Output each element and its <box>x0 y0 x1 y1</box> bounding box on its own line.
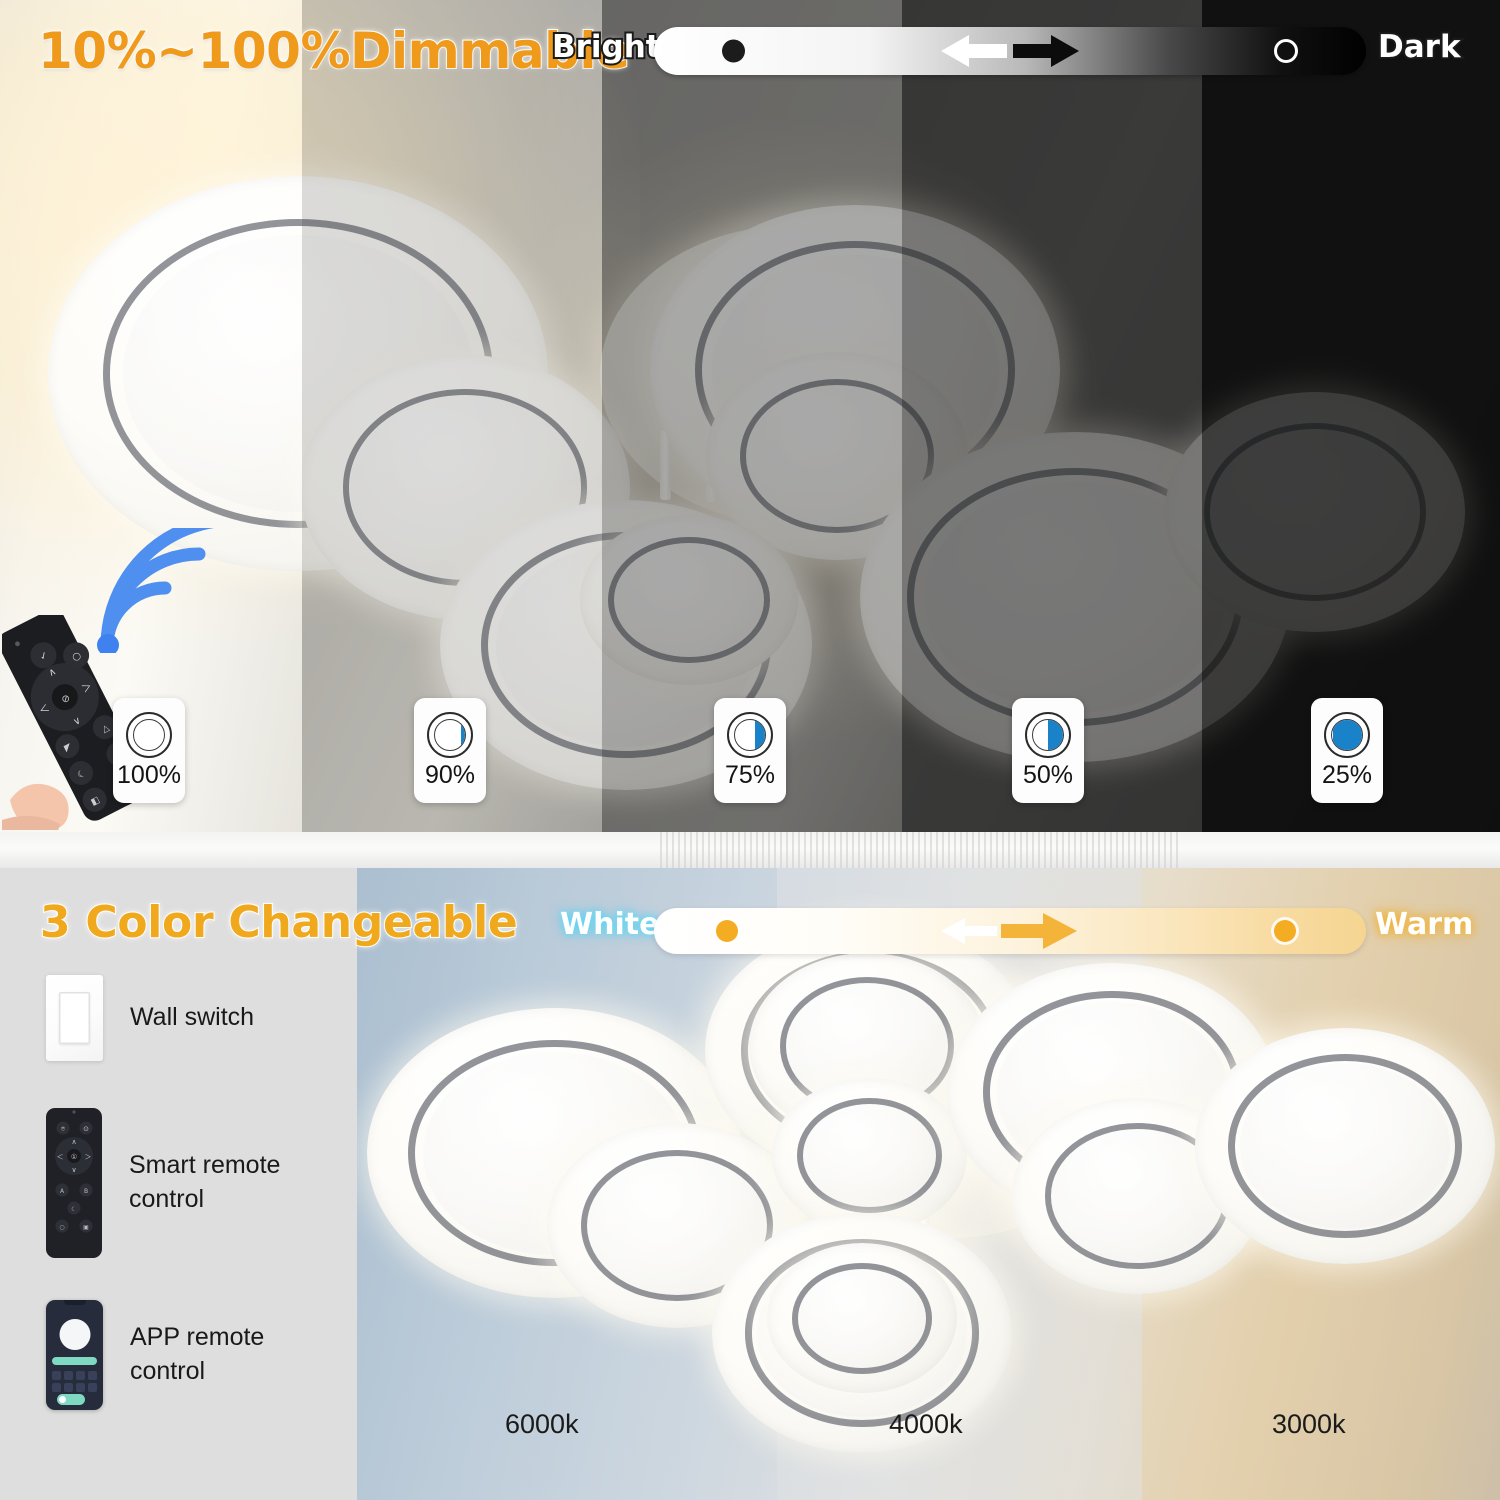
svg-text:∧: ∧ <box>71 1138 76 1146</box>
dim-level-ring-icon <box>427 711 473 758</box>
right-arrow-icon <box>941 913 1077 949</box>
control-method-wall-switch: Wall switch <box>46 975 254 1061</box>
slider-knob-white[interactable] <box>716 920 738 942</box>
slider-warm-label: Warm <box>1375 907 1474 942</box>
color-temperature-photo <box>357 868 1500 1500</box>
divider-texture <box>660 832 1180 868</box>
svg-text:▣: ▣ <box>83 1224 89 1231</box>
wall-switch-icon <box>46 975 103 1061</box>
control-method-label: Wall switch <box>130 1003 255 1032</box>
svg-text:○: ○ <box>59 1224 64 1231</box>
dimming-section: ✓ ○ ∧ ∨ ＜ ＞ ⊘ ◤ △ ☾ ◧ 10%~100%Dimmable B… <box>0 0 1500 832</box>
slider-knob-bright[interactable] <box>722 39 745 63</box>
phone-app-icon <box>46 1300 103 1410</box>
svg-text:⊙: ⊙ <box>83 1125 89 1133</box>
control-method-app: APP remote control <box>46 1300 264 1410</box>
dim-level-percent: 25% <box>1321 760 1373 789</box>
color-temperature-section: Wall switch ⌾ ⊙ ∧ ∨ ＜＞ ① A B ☾ ○ ▣ Smart… <box>0 868 1500 1500</box>
svg-text:☾: ☾ <box>71 1206 76 1213</box>
slider-knob-dark[interactable] <box>1274 39 1298 63</box>
kelvin-label-6000k: 6000k <box>505 1409 579 1439</box>
svg-text:＜: ＜ <box>57 1153 64 1161</box>
dim-level-fill <box>755 719 765 750</box>
color-section-title: 3 Color Changeable <box>39 896 519 949</box>
color-temperature-slider[interactable] <box>654 908 1366 954</box>
dim-level-badge: 100% <box>113 698 185 803</box>
dim-level-badge: 50% <box>1012 698 1084 803</box>
slider-knob-warm[interactable] <box>1274 920 1296 942</box>
brightness-slider[interactable] <box>654 27 1366 75</box>
slider-dark-label: Dark <box>1376 27 1463 67</box>
dim-level-ring-icon <box>1025 711 1071 758</box>
kelvin-label-4000k: 4000k <box>889 1409 963 1439</box>
dim-level-badge: 75% <box>714 698 786 803</box>
svg-text:∨: ∨ <box>71 1166 76 1174</box>
slider-bright-label: Bright <box>550 27 663 67</box>
svg-text:①: ① <box>71 1153 77 1161</box>
dim-level-percent: 50% <box>1022 760 1074 789</box>
kelvin-label-3000k: 3000k <box>1272 1409 1346 1439</box>
dim-level-fill <box>1333 719 1362 750</box>
dim-level-ring-icon <box>126 711 172 758</box>
dimming-title: 10%~100%Dimmable <box>37 21 631 81</box>
slider-white-label: White <box>560 907 660 942</box>
dim-level-percent: 90% <box>424 760 476 789</box>
dim-level-badge: 25% <box>1311 698 1383 803</box>
product-infographic: ✓ ○ ∧ ∨ ＜ ＞ ⊘ ◤ △ ☾ ◧ 10%~100%Dimmable B… <box>0 0 1500 1500</box>
dim-level-fill <box>461 719 465 750</box>
svg-text:＞: ＞ <box>85 1153 92 1161</box>
section-divider <box>0 832 1500 868</box>
double-arrow-icon <box>941 35 1079 67</box>
dim-level-ring-icon <box>727 711 773 758</box>
dim-level-percent: 100% <box>117 760 181 789</box>
dim-level-badge: 90% <box>414 698 486 803</box>
control-method-label: Smart remote control <box>129 1151 281 1213</box>
svg-text:B: B <box>84 1188 88 1195</box>
control-method-remote: ⌾ ⊙ ∧ ∨ ＜＞ ① AB ☾ ○ ▣ Smart remote control <box>46 1108 280 1258</box>
dim-level-fill <box>1048 719 1063 750</box>
dim-level-percent: 75% <box>724 760 776 789</box>
remote-control-icon: ⌾ ⊙ ∧∨ ＜＞ ① AB ☾ ○ ▣ <box>46 1108 102 1258</box>
control-method-label: APP remote control <box>130 1323 265 1385</box>
dim-level-ring-icon <box>1324 711 1370 758</box>
